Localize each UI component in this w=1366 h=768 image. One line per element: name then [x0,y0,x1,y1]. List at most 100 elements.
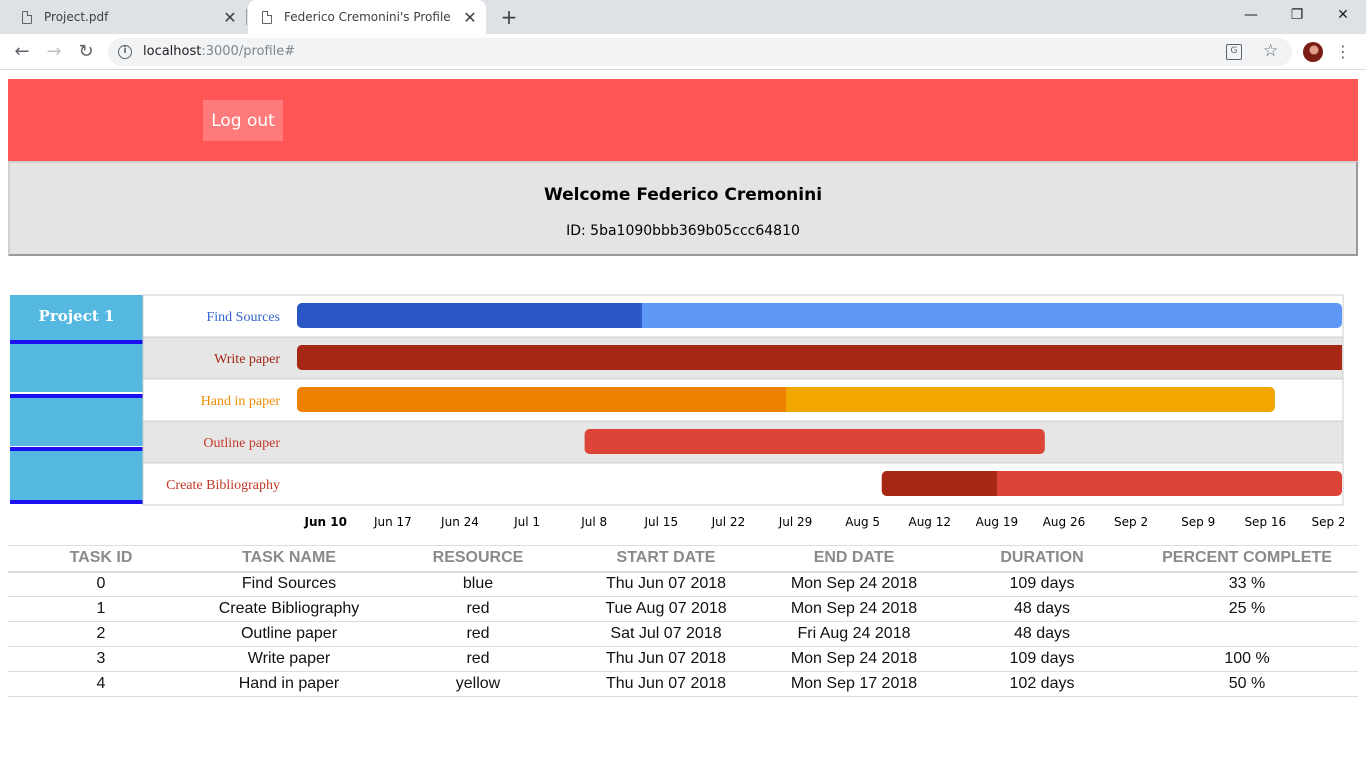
table-cell: 109 days [948,646,1136,672]
bookmark-star-icon[interactable]: ☆ [1263,41,1278,61]
table-row: 4 Hand in paper yellow Thu Jun 07 2018 Mon S… [8,671,1358,697]
gantt-axis-tick-label: Jul 22 [711,515,746,529]
gantt-bar-progress [881,471,997,496]
table-cell: Outline paper [194,621,384,647]
table-cell: 109 days [948,571,1136,597]
forward-icon[interactable]: → [40,38,68,66]
tab-profile[interactable]: Federico Cremonini's Profile ✕ [248,0,486,34]
table-cell: 50 % [1136,671,1358,697]
gantt-axis-tick-label: Sep 23 [1312,515,1344,529]
browser-tabstrip: Project.pdf ✕ Federico Cremonini's Profi… [0,0,1366,34]
gantt-row-label: Find Sources [207,310,281,325]
table-cell: Mon Sep 24 2018 [760,596,948,622]
gantt-axis-tick-label: Jun 10 [304,515,347,529]
table-cell: 48 days [948,621,1136,647]
document-icon [22,10,32,24]
gantt-row-label: Outline paper [203,436,280,451]
column-header: TASK NAME [194,545,384,573]
table-cell: Fri Aug 24 2018 [760,621,948,647]
table-header-row: TASK ID TASK NAME RESOURCE START DATE END DA… [8,545,1358,573]
table-cell: 1 [8,596,194,622]
project-sidebar-segment [10,344,143,392]
column-header: RESOURCE [384,545,572,573]
info-icon[interactable]: i [118,45,132,59]
translate-icon[interactable]: G [1226,44,1242,60]
project-sidebar-divider [10,447,143,451]
project-sidebar-divider [10,394,143,398]
table-cell: Write paper [194,646,384,672]
gantt-axis-tick-label: Sep 16 [1244,515,1286,529]
gantt-axis-tick-label: Jul 1 [513,515,540,529]
restore-icon[interactable]: ❐ [1274,0,1320,30]
table-row: 1 Create Bibliography red Tue Aug 07 2018 Mo… [8,596,1358,622]
table-cell: 48 days [948,596,1136,622]
column-header: PERCENT COMPLETE [1136,545,1358,573]
gantt-svg: Find Sources Write paper Hand in paper Outl… [10,294,1344,529]
close-tab-icon[interactable]: ✕ [458,8,482,27]
gantt-bar-progress [297,387,786,412]
table-cell: 100 % [1136,646,1358,672]
tab-project-pdf[interactable]: Project.pdf ✕ [8,0,246,34]
table-cell: Sat Jul 07 2018 [572,621,760,647]
address-bar[interactable]: i localhost:3000/profile# G ☆ [108,38,1292,66]
gantt-bar-progress [297,345,1342,370]
gantt-row-label: Create Bibliography [166,478,280,493]
welcome-title: Welcome Federico Cremonini [543,185,823,205]
logout-button[interactable]: Log out [203,100,283,141]
table-cell: 25 % [1136,596,1358,622]
table-cell: Tue Aug 07 2018 [572,596,760,622]
table-cell: Mon Sep 24 2018 [760,571,948,597]
table-row: 2 Outline paper red Sat Jul 07 2018 Fri Aug … [8,621,1358,647]
close-window-icon[interactable]: ✕ [1320,0,1366,30]
table-cell: 102 days [948,671,1136,697]
table-cell: 3 [8,646,194,672]
header-bar: Log out [8,79,1358,161]
user-id: ID: 5ba1090bbb369b05ccc64810 [566,223,800,239]
gantt-axis-tick-label: Jun 17 [373,515,412,529]
gantt-axis-tick-label: Jul 29 [778,515,813,529]
gantt-axis-tick-label: Jun 24 [440,515,479,529]
url-text[interactable]: localhost:3000/profile# [143,44,295,59]
table-cell: red [384,596,572,622]
profile-avatar[interactable] [1303,42,1323,62]
gantt-axis-tick-label: Aug 26 [1043,515,1086,529]
table-cell: Mon Sep 17 2018 [760,671,948,697]
gantt-chart: Find Sources Write paper Hand in paper Outl… [10,294,1344,534]
gantt-bar [584,429,1045,454]
table-cell: 33 % [1136,571,1358,597]
table-row: 3 Write paper red Thu Jun 07 2018 Mon Sep 24… [8,646,1358,672]
gantt-axis-tick-label: Sep 2 [1114,515,1148,529]
table-cell: yellow [384,671,572,697]
gantt-axis-tick-label: Aug 12 [908,515,951,529]
browser-toolbar: ← → ↻ i localhost:3000/profile# G ☆ ⋮ [0,34,1366,70]
reload-icon[interactable]: ↻ [72,38,100,66]
close-tab-icon[interactable]: ✕ [218,8,242,27]
gantt-axis-tick-label: Jul 15 [644,515,679,529]
gantt-row-label: Hand in paper [201,394,281,409]
back-icon[interactable]: ← [8,38,36,66]
task-table: TASK ID TASK NAME RESOURCE START DATE END DA… [8,545,1358,697]
table-cell: red [384,646,572,672]
table-cell: Hand in paper [194,671,384,697]
new-tab-button[interactable]: + [497,4,521,30]
browser-menu-icon[interactable]: ⋮ [1335,38,1351,66]
table-cell: Thu Jun 07 2018 [572,671,760,697]
project-sidebar-segment [10,451,143,503]
tab-separator [246,9,247,25]
gantt-axis-tick-label: Sep 9 [1181,515,1215,529]
url-path: :3000/profile# [201,44,296,59]
project-sidebar-segment [10,398,143,446]
document-icon [262,10,272,24]
table-cell: 2 [8,621,194,647]
gantt-row-label: Write paper [214,352,280,367]
project-sidebar-divider [10,500,143,504]
table-cell: Find Sources [194,571,384,597]
column-header: DURATION [948,545,1136,573]
welcome-panel: Welcome Federico Cremonini ID: 5ba1090bb… [8,161,1358,256]
project-sidebar-divider [10,340,143,344]
tab-title: Project.pdf [44,10,109,24]
table-cell: Thu Jun 07 2018 [572,571,760,597]
table-cell: Thu Jun 07 2018 [572,646,760,672]
minimize-icon[interactable]: — [1228,0,1274,30]
column-header: END DATE [760,545,948,573]
